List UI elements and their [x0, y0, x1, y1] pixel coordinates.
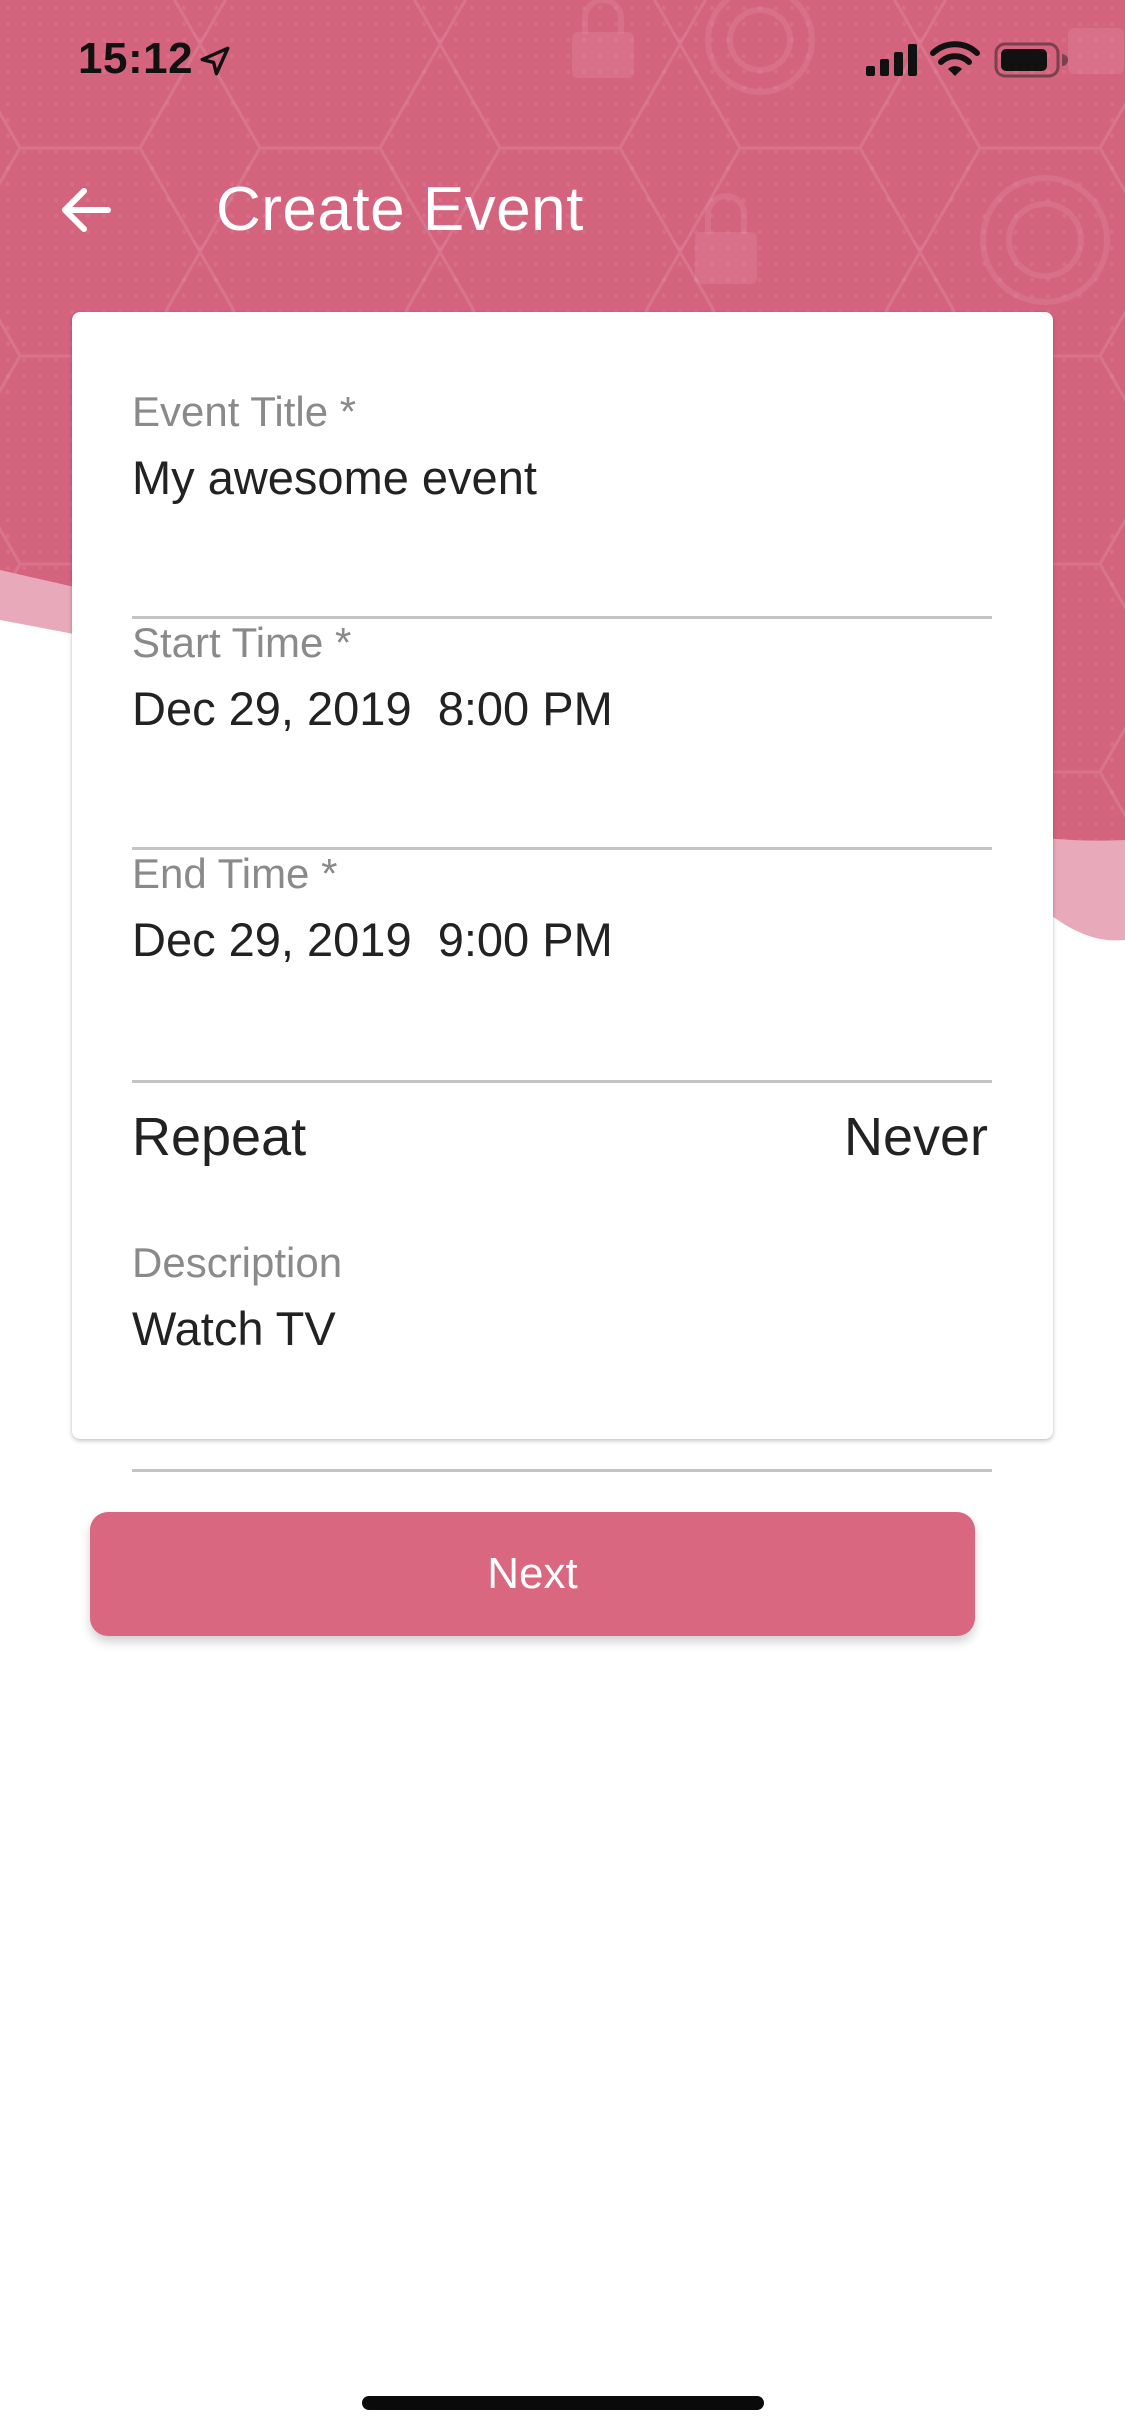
start-time-input[interactable]: Dec 29, 2019 8:00 PM: [132, 681, 613, 736]
event-title-label: Event Title *: [132, 388, 357, 435]
home-indicator: [362, 2396, 764, 2410]
location-arrow-icon: [200, 46, 230, 76]
end-time-label: End Time *: [132, 850, 338, 897]
wifi-icon: [930, 41, 980, 76]
back-button[interactable]: [48, 172, 124, 248]
event-form-card: Event Title * My awesome event Start Tim…: [72, 312, 1053, 1472]
repeat-label: Repeat: [132, 1107, 307, 1167]
description-underline: [132, 1469, 992, 1472]
end-time-underline: [132, 1080, 992, 1083]
battery-icon: [994, 42, 1068, 78]
cellular-signal-icon: [866, 44, 917, 76]
page-title: Create Event: [216, 175, 584, 244]
repeat-value[interactable]: Never: [844, 1106, 988, 1168]
end-time-input[interactable]: Dec 29, 2019 9:00 PM: [132, 912, 613, 967]
arrow-left-icon: [62, 188, 111, 232]
event-title-input[interactable]: My awesome event: [132, 450, 537, 505]
start-time-label: Start Time *: [132, 619, 352, 666]
description-input[interactable]: Watch TV: [132, 1301, 336, 1356]
status-bar: 15:12: [0, 0, 1125, 120]
description-label: Description: [132, 1239, 343, 1286]
next-button[interactable]: Next: [90, 1512, 975, 1636]
repeat-selector[interactable]: Repeat Never: [132, 1092, 992, 1182]
status-time: 15:12: [78, 34, 194, 83]
